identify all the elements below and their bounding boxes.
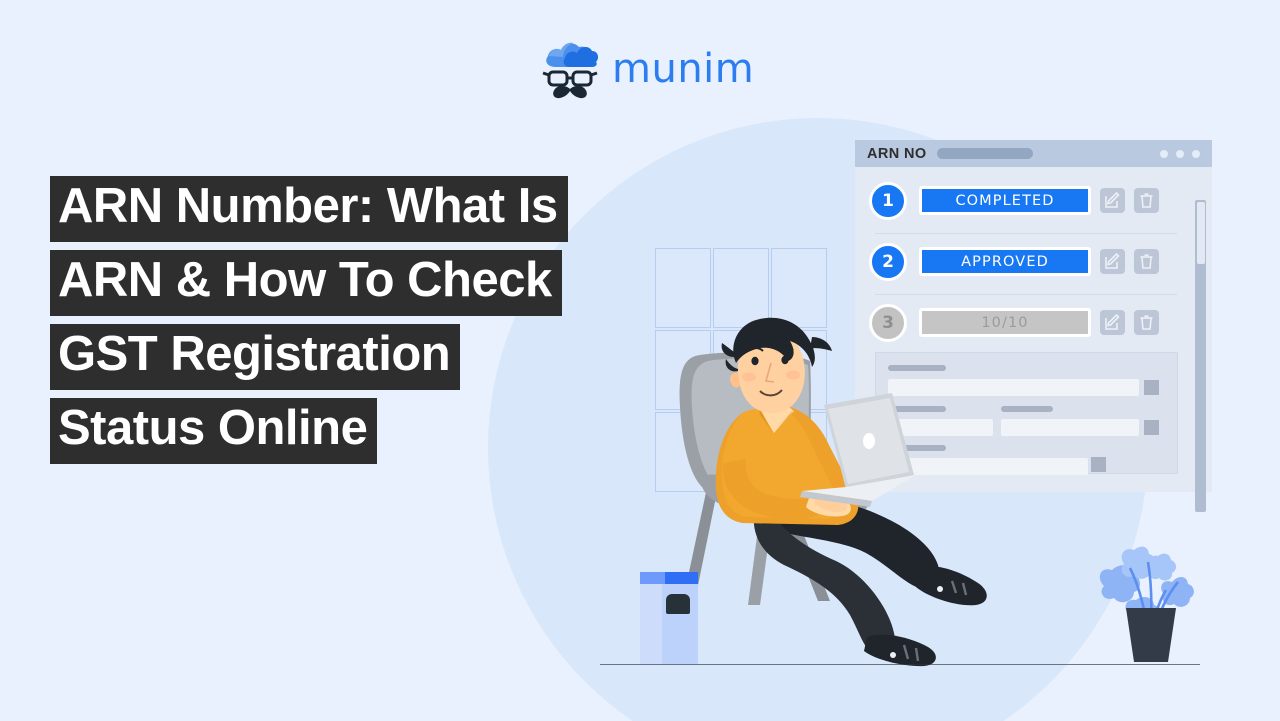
skeleton-icon-box bbox=[1144, 380, 1159, 395]
scrollbar-thumb[interactable] bbox=[1196, 202, 1205, 264]
skeleton-icon-box bbox=[1091, 457, 1106, 472]
row-number-badge: 2 bbox=[869, 242, 907, 281]
headline-line-4: Status Online bbox=[50, 397, 378, 464]
headline-line-1: ARN Number: What Is bbox=[50, 176, 568, 242]
bin-slot bbox=[666, 594, 690, 614]
arn-panel-title: ARN NO bbox=[867, 145, 927, 162]
brand-name: munim bbox=[612, 46, 755, 92]
row-number-badge: 1 bbox=[869, 181, 907, 220]
edit-icon[interactable] bbox=[1100, 310, 1125, 335]
window-dot-3[interactable] bbox=[1192, 149, 1200, 158]
skeleton-icon-box bbox=[1144, 420, 1159, 435]
page-title: ARN Number: What Is ARN & How To Check G… bbox=[50, 176, 730, 472]
arn-number-placeholder-bar bbox=[936, 148, 1033, 159]
bin-lid-shade bbox=[665, 572, 698, 584]
edit-icon[interactable] bbox=[1100, 188, 1125, 213]
page-canvas: munim ARN Number: What Is ARN & How To C… bbox=[0, 0, 1280, 721]
edit-icon[interactable] bbox=[1100, 249, 1125, 274]
brand-logo[interactable]: munim bbox=[540, 36, 754, 102]
man-sitting-with-laptop-illustration bbox=[660, 315, 1060, 675]
trash-icon[interactable] bbox=[1134, 188, 1159, 213]
potted-plant bbox=[1096, 540, 1206, 665]
table-row: 2 APPROVED bbox=[869, 234, 1185, 289]
window-controls[interactable] bbox=[1160, 149, 1200, 158]
scrollbar[interactable] bbox=[1195, 200, 1206, 512]
arn-panel-header: ARN NO bbox=[855, 140, 1212, 167]
cloud-glasses-mustache-logo-icon bbox=[540, 37, 602, 101]
headline-line-2: ARN & How To Check bbox=[50, 249, 562, 316]
waste-bin bbox=[640, 572, 698, 664]
status-badge[interactable]: COMPLETED bbox=[919, 186, 1091, 215]
status-badge[interactable]: APPROVED bbox=[919, 247, 1091, 276]
trash-icon[interactable] bbox=[1134, 249, 1159, 274]
trash-icon[interactable] bbox=[1134, 310, 1159, 335]
headline-line-3: GST Registration bbox=[50, 323, 461, 390]
window-dot-1[interactable] bbox=[1160, 149, 1168, 158]
table-row: 1 COMPLETED bbox=[869, 173, 1185, 228]
window-dot-2[interactable] bbox=[1176, 149, 1184, 158]
floor-line bbox=[600, 664, 1200, 665]
